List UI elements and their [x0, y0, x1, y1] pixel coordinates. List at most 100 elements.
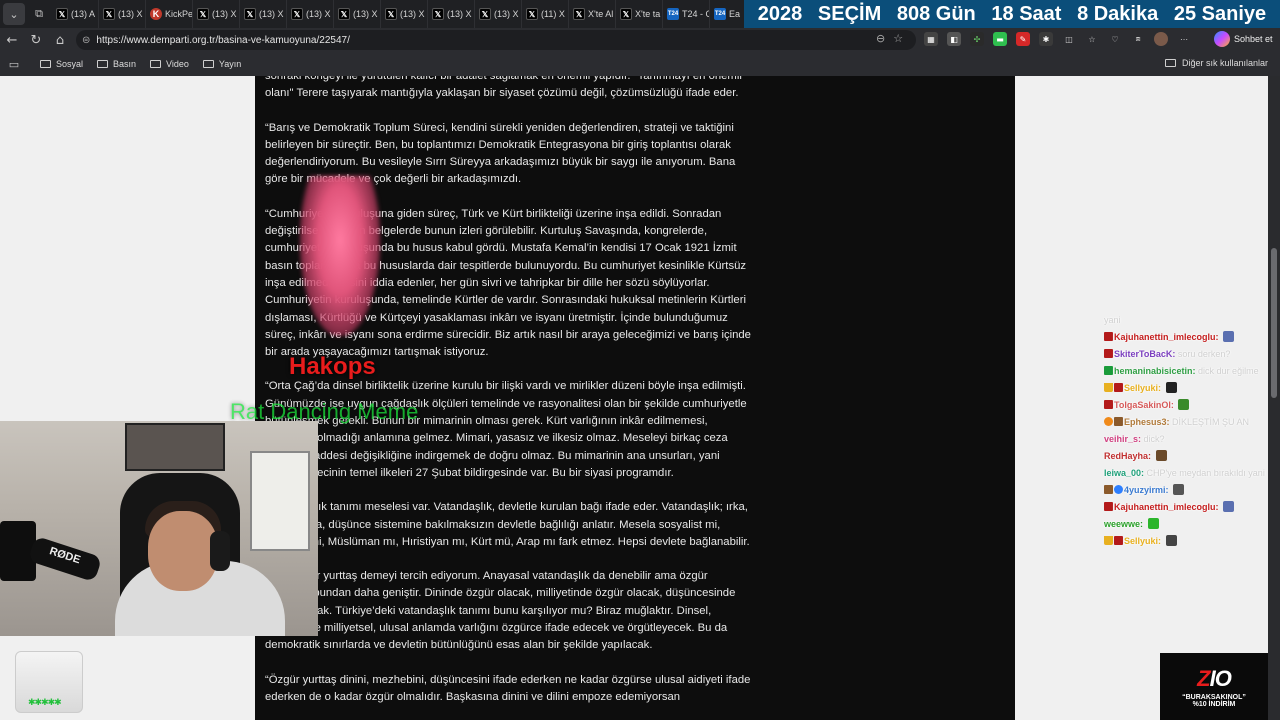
browser-essentials-icon[interactable]: ♡ [1108, 32, 1122, 46]
chat-emote-icon [1223, 331, 1235, 342]
microphone: RØDE [27, 535, 103, 583]
tab-label: (13) X [118, 9, 143, 19]
chat-text: DİKLEŞTİM ŞU AN [1172, 417, 1250, 427]
chat-username[interactable]: leiwa_00: [1104, 468, 1144, 478]
router-device-image: ✱✱✱✱✱ [15, 651, 83, 713]
tab-label: KickPe [165, 9, 193, 19]
scrollbar-thumb[interactable] [1271, 248, 1277, 398]
chat-emote-icon [1155, 450, 1167, 461]
webcam-feed: RØDE [0, 421, 318, 636]
reader-mode-icon[interactable]: ⊖ [876, 32, 885, 45]
chat-username[interactable]: Sellyuki: [1124, 383, 1161, 393]
browser-tab[interactable]: 𝕏 (11) X [522, 0, 569, 28]
chat-badge-icon [1104, 502, 1113, 511]
bookmark-yayin[interactable]: Yayın [202, 59, 241, 69]
favorite-star-icon[interactable]: ☆ [893, 32, 903, 45]
browser-tab[interactable]: 𝕏 (13) X [240, 0, 287, 28]
browser-tab[interactable]: 𝕏 (13) X [334, 0, 381, 28]
collections-icon[interactable]: ⧈ [1131, 32, 1145, 46]
pen-extension-icon[interactable]: ✎ [1016, 32, 1030, 46]
bookmark-video[interactable]: Video [150, 59, 189, 69]
screenshot-icon[interactable]: ◧ [947, 32, 961, 46]
url-input[interactable]: ⊜ https://www.demparti.org.tr/basina-ve-… [76, 30, 916, 50]
browser-tab[interactable]: 𝕏 (13) X [381, 0, 428, 28]
browser-tab[interactable]: 𝕏 X'te Al [569, 0, 616, 28]
back-arrow-icon[interactable]: ← [0, 29, 24, 51]
chat-text: CHP'ye meydan bırakıldı yani [1146, 468, 1265, 478]
favorites-icon[interactable]: ☆ [1085, 32, 1099, 46]
browser-tab[interactable]: 𝕏 (13) X [99, 0, 146, 28]
site-info-icon[interactable]: ⊜ [82, 35, 90, 46]
browser-tab[interactable]: 𝕏 (13) X [475, 0, 522, 28]
article-paragraph: sonraki kongeyi ile yürütülen kalıcı bir… [265, 76, 742, 100]
tab-strip: 𝕏 (13) A 𝕏 (13) X K KickPe 𝕏 (13) X 𝕏 (13) X 𝕏 (13)… [52, 0, 757, 28]
chat-username[interactable]: SkiterToBacK: [1114, 349, 1175, 359]
address-toolbar: ← ↻ ⌂ ⊜ https://www.demparti.org.tr/basi… [0, 28, 1280, 52]
tab-label: (13) X [447, 9, 472, 19]
browser-tab[interactable]: 𝕏 (13) X [193, 0, 240, 28]
grid-extension-icon[interactable]: ✣ [970, 32, 984, 46]
profile-avatar[interactable] [1154, 32, 1168, 46]
tab-list-icon[interactable]: ▭ [2, 53, 26, 75]
chat-username[interactable]: weewwe: [1104, 519, 1143, 529]
x-icon: 𝕏 [526, 8, 538, 20]
browser-tab[interactable]: 𝕏 (13) A [52, 0, 99, 28]
chat-username[interactable]: RedHayha: [1104, 451, 1151, 461]
chat-message: Sellyuki: [1104, 535, 1268, 548]
tab-label: (13) X [400, 9, 425, 19]
tab-actions-menu-icon[interactable]: ⌄ [3, 3, 25, 25]
x-icon: 𝕏 [338, 8, 350, 20]
chat-username[interactable]: hemaninabisicetin: [1114, 366, 1196, 376]
folder-icon [40, 60, 51, 68]
chat-message: Sellyuki: [1104, 382, 1268, 395]
chat-message: leiwa_00: CHP'ye meydan bırakıldı yani [1104, 467, 1268, 480]
stream-chat: yani Kajuhanettin_imlecoglu: SkiterToBacK… [1104, 314, 1268, 552]
chat-username[interactable]: TolgaSakinOl: [1114, 400, 1174, 410]
other-bookmarks[interactable]: Diğer sık kullanılanlar [1164, 58, 1268, 68]
green-extension-icon[interactable]: ▬ [993, 32, 1007, 46]
refresh-icon[interactable]: ↻ [24, 29, 48, 51]
chat-text: soru derken? [1177, 349, 1231, 359]
browser-tab[interactable]: T24 T24 - C [663, 0, 710, 28]
chat-username[interactable]: veihir_s: [1104, 434, 1141, 444]
chat-message: Kajuhanettin_imlecoglu: [1104, 331, 1268, 344]
copilot-chat-button[interactable]: Sohbet et [1214, 31, 1273, 47]
split-screen-icon[interactable]: ◫ [1062, 32, 1076, 46]
whiteboard [250, 451, 310, 551]
page-scrollbar[interactable] [1268, 76, 1280, 720]
chat-username[interactable]: Kajuhanettin_imlecoglu: [1114, 332, 1219, 342]
more-options-icon[interactable]: ⋯ [1177, 32, 1191, 46]
home-icon[interactable]: ⌂ [48, 29, 72, 51]
sponsor-code: “BURAKSAKINOL” [1182, 693, 1246, 701]
chat-username[interactable]: 4yuzyirmi: [1124, 485, 1169, 495]
tab-label: X'te Al [588, 9, 614, 19]
sponsor-banner: ZIO “BURAKSAKINOL” %10 İNDİRİM [1160, 653, 1268, 720]
browser-tab[interactable]: 𝕏 (13) X [428, 0, 475, 28]
browser-tab[interactable]: 𝕏 X'te ta [616, 0, 663, 28]
page-content: sonraki kongeyi ile yürütülen kalıcı bir… [0, 76, 1268, 720]
browser-tab[interactable]: 𝕏 (13) X [287, 0, 334, 28]
extension-icon[interactable]: ▦ [924, 32, 938, 46]
t24-icon: T24 [667, 8, 679, 20]
bookmark-sosyal[interactable]: Sosyal [40, 59, 83, 69]
wall-picture [125, 423, 225, 471]
chat-username[interactable]: Ephesus3: [1124, 417, 1170, 427]
browser-tab[interactable]: K KickPe [146, 0, 193, 28]
x-icon: 𝕏 [103, 8, 115, 20]
chat-username[interactable]: Kajuhanettin_imlecoglu: [1114, 502, 1219, 512]
folder-icon [1164, 59, 1176, 67]
chat-badge-icon [1104, 349, 1113, 358]
tab-label: (13) A [71, 9, 96, 19]
workspaces-icon[interactable]: ⧉ [28, 3, 50, 25]
chat-message: hemaninabisicetin: dick dur eğilme [1104, 365, 1268, 378]
overlay-name-tag: Hakops [289, 353, 376, 380]
bookmarks-bar: ▭ Sosyal Basın Video Yayın Diğer sık kul… [0, 52, 1280, 76]
puzzle-extensions-icon[interactable]: ✱ [1039, 32, 1053, 46]
election-countdown-banner: 2028 SEÇİM 808 Gün 18 Saat 8 Dakika 25 S… [744, 0, 1280, 28]
countdown-event: SEÇİM [817, 2, 882, 25]
chat-username[interactable]: Sellyuki: [1124, 536, 1161, 546]
chat-badge-icon [1114, 536, 1123, 545]
chat-text: dick dur eğilme [1198, 366, 1259, 376]
bookmark-basin[interactable]: Basın [97, 59, 136, 69]
countdown-days: 808 Gün [896, 2, 976, 25]
